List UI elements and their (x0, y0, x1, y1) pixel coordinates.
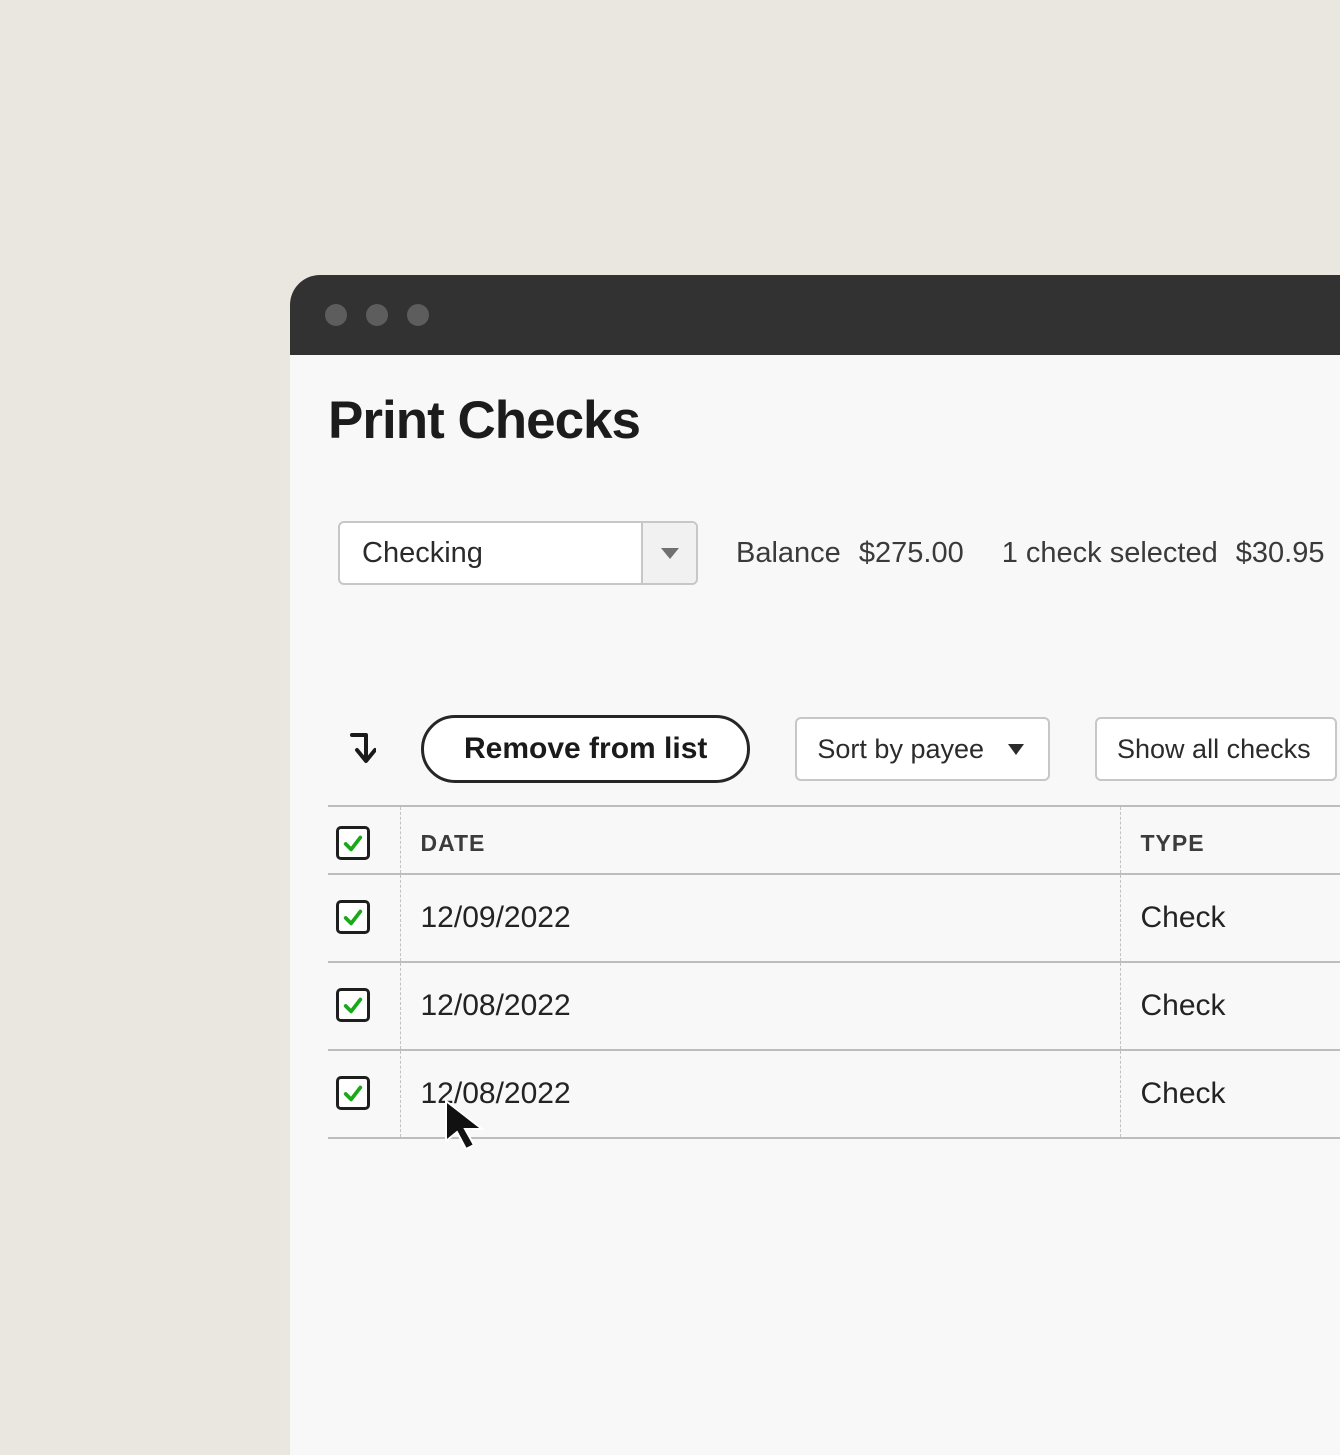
row-checkbox[interactable] (336, 900, 370, 934)
balance-text: Balance $275.00 (736, 537, 964, 570)
remove-from-list-button[interactable]: Remove from list (421, 715, 750, 783)
sort-by-dropdown[interactable]: Sort by payee (795, 717, 1050, 781)
window-close-dot[interactable] (325, 304, 347, 326)
summary-row: Checking Balance $275.00 1 check selecte… (328, 521, 1340, 585)
checkmark-icon (342, 906, 364, 928)
account-select-value: Checking (340, 537, 641, 570)
window-titlebar (290, 275, 1340, 355)
page-title: Print Checks (328, 390, 1340, 451)
selected-label: 1 check selected (1002, 537, 1218, 569)
header-select-all (328, 806, 400, 874)
row-checkbox[interactable] (336, 988, 370, 1022)
cell-type: Check (1120, 1050, 1340, 1138)
checks-table: DATE TYPE 12/09/2022 Check (328, 805, 1340, 1139)
cell-type: Check (1120, 874, 1340, 962)
chevron-down-icon (661, 547, 679, 559)
window-content: Print Checks Checking Balance $275.00 1 … (290, 355, 1340, 1455)
cell-date: 12/09/2022 (400, 874, 1120, 962)
header-type[interactable]: TYPE (1120, 806, 1340, 874)
sort-by-label: Sort by payee (817, 734, 984, 765)
account-select-caret[interactable] (641, 523, 696, 583)
window-minimize-dot[interactable] (366, 304, 388, 326)
checkmark-icon (342, 994, 364, 1016)
header-date[interactable]: DATE (400, 806, 1120, 874)
balance-label: Balance (736, 537, 841, 569)
select-all-checkbox[interactable] (336, 826, 370, 860)
sort-direction-icon[interactable] (346, 731, 376, 767)
table-row[interactable]: 12/08/2022 Check (328, 1050, 1340, 1138)
filter-label: Show all checks (1117, 734, 1311, 765)
app-window: Print Checks Checking Balance $275.00 1 … (290, 275, 1340, 1455)
balance-value: $275.00 (859, 537, 964, 569)
table-row[interactable]: 12/08/2022 Check (328, 962, 1340, 1050)
chevron-down-icon (1008, 744, 1024, 755)
table-row[interactable]: 12/09/2022 Check (328, 874, 1340, 962)
table-header-row: DATE TYPE (328, 806, 1340, 874)
account-select[interactable]: Checking (338, 521, 698, 585)
row-checkbox[interactable] (336, 1076, 370, 1110)
cell-date: 12/08/2022 (400, 962, 1120, 1050)
cell-type: Check (1120, 962, 1340, 1050)
checkmark-icon (342, 1082, 364, 1104)
selected-value: $30.95 (1236, 537, 1325, 569)
selected-text: 1 check selected $30.95 (1002, 537, 1325, 570)
list-toolbar: Remove from list Sort by payee Show all … (328, 715, 1340, 783)
checkmark-icon (342, 832, 364, 854)
filter-dropdown[interactable]: Show all checks (1095, 717, 1337, 781)
window-zoom-dot[interactable] (407, 304, 429, 326)
cell-date: 12/08/2022 (400, 1050, 1120, 1138)
